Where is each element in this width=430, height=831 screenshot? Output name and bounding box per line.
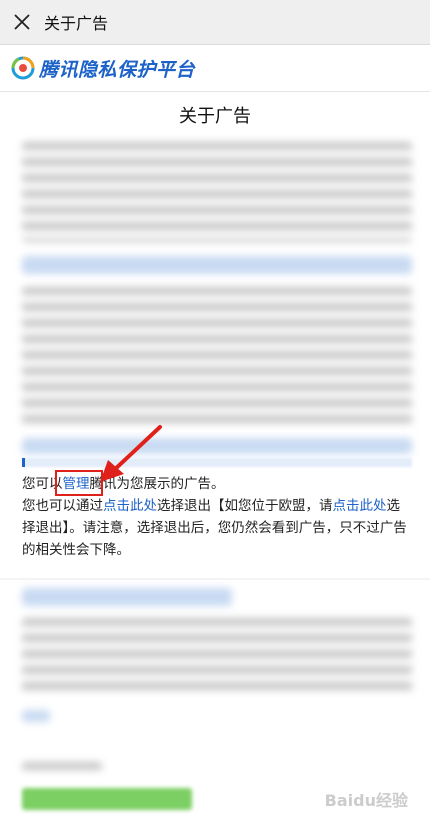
close-icon	[14, 14, 30, 30]
blurred-text	[22, 762, 102, 776]
manage-link[interactable]: 管理	[63, 476, 90, 492]
blurred-button[interactable]	[22, 788, 192, 810]
brand-bar: 腾讯隐私保护平台	[0, 45, 430, 92]
blurred-heading	[22, 256, 412, 274]
window-title: 关于广告	[44, 14, 109, 33]
paragraph-manage: 您可以管理 腾讯为您展示的广告。	[22, 470, 412, 496]
blurred-paragraph	[22, 142, 412, 242]
page-title: 关于广告	[179, 106, 251, 127]
watermark: Baidu经验	[324, 791, 408, 810]
section-divider	[22, 458, 412, 467]
section-marker	[22, 458, 25, 467]
eu-opt-out-link[interactable]: 点击此处	[333, 498, 387, 514]
tencent-logo-icon	[11, 56, 35, 80]
blurred-link	[22, 710, 50, 722]
blurred-paragraph	[22, 287, 412, 427]
lower-section: Baidu经验	[0, 580, 430, 831]
paragraph-optout: 您也可以通过点击此处选择退出【如您位于欧盟，请点击此处选择退出】。请注意，选择退…	[22, 498, 407, 558]
close-button[interactable]	[0, 0, 44, 44]
blurred-heading	[22, 438, 412, 454]
top-bar: 关于广告	[0, 0, 430, 45]
blurred-paragraph	[22, 618, 412, 696]
main-content: 关于广告 您可以管理 腾讯为您展示的广告。 您也可以通过点击此处选择退出【如您位于…	[0, 92, 430, 578]
annotation-arrow-icon	[100, 425, 162, 482]
manage-link-wrapper[interactable]: 管理	[54, 470, 103, 496]
brand-name: 腾讯隐私保护平台	[39, 58, 196, 81]
blurred-heading	[22, 588, 232, 606]
opt-out-link[interactable]: 点击此处	[103, 498, 157, 514]
